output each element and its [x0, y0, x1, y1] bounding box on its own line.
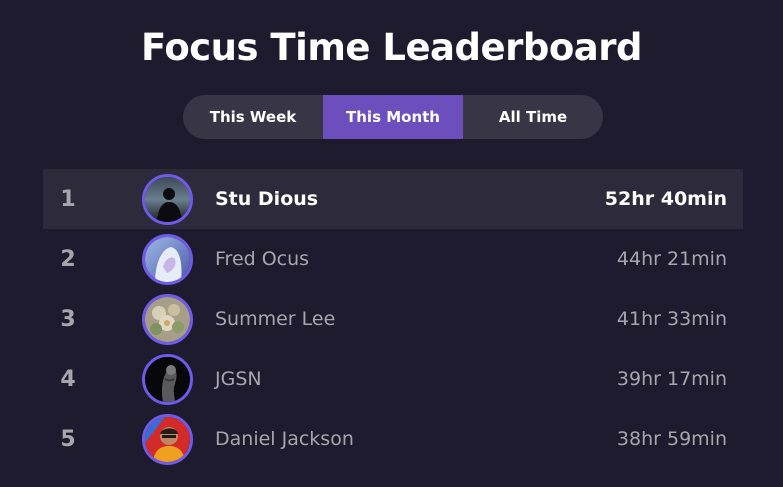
leaderboard-row[interactable]: 1 Stu Dious 52hr 40min: [43, 169, 743, 229]
rank-number: 1: [60, 186, 76, 212]
time-range-tabs: This Week This Month All Time: [183, 95, 603, 139]
tab-this-month[interactable]: This Month: [323, 95, 463, 139]
focus-time: 38hr 59min: [616, 428, 727, 450]
player-name: Fred Ocus: [215, 248, 310, 270]
focus-time: 52hr 40min: [604, 188, 727, 210]
leaderboard-list: 1 Stu Dious 52hr 40min 2 Fred Ocus 44hr …: [43, 169, 743, 469]
tab-all-time[interactable]: All Time: [463, 95, 603, 139]
rank-number: 2: [60, 246, 76, 272]
rank-number: 4: [60, 366, 76, 392]
leaderboard-row[interactable]: 4 JGSN 39hr 17min: [43, 349, 743, 409]
leaderboard-row[interactable]: 3 Summer Lee 41hr 33min: [43, 289, 743, 349]
rank-number: 3: [60, 306, 76, 332]
avatar[interactable]: [142, 354, 193, 405]
player-name: Stu Dious: [215, 188, 319, 210]
player-name: Summer Lee: [215, 308, 336, 330]
focus-time: 39hr 17min: [616, 368, 727, 390]
page-title: Focus Time Leaderboard: [141, 26, 642, 69]
player-name: Daniel Jackson: [215, 428, 354, 450]
avatar[interactable]: [142, 174, 193, 225]
flowers-avatar-icon: [145, 297, 190, 342]
leaderboard-page: Focus Time Leaderboard This Week This Mo…: [0, 0, 783, 487]
rank-number: 5: [60, 426, 76, 452]
person-red-avatar-icon: [145, 417, 190, 462]
player-name: JGSN: [215, 368, 262, 390]
leaderboard-row[interactable]: 2 Fred Ocus 44hr 21min: [43, 229, 743, 289]
avatar[interactable]: [142, 234, 193, 285]
leaderboard-row[interactable]: 5 Daniel Jackson 38hr 59min: [43, 409, 743, 469]
avatar[interactable]: [142, 414, 193, 465]
hooded-figure-avatar-icon: [145, 237, 190, 282]
statue-avatar-icon: [145, 357, 190, 402]
tab-this-week[interactable]: This Week: [183, 95, 323, 139]
focus-time: 41hr 33min: [616, 308, 727, 330]
avatar[interactable]: [142, 294, 193, 345]
focus-time: 44hr 21min: [616, 248, 727, 270]
silhouette-avatar-icon: [145, 177, 190, 222]
